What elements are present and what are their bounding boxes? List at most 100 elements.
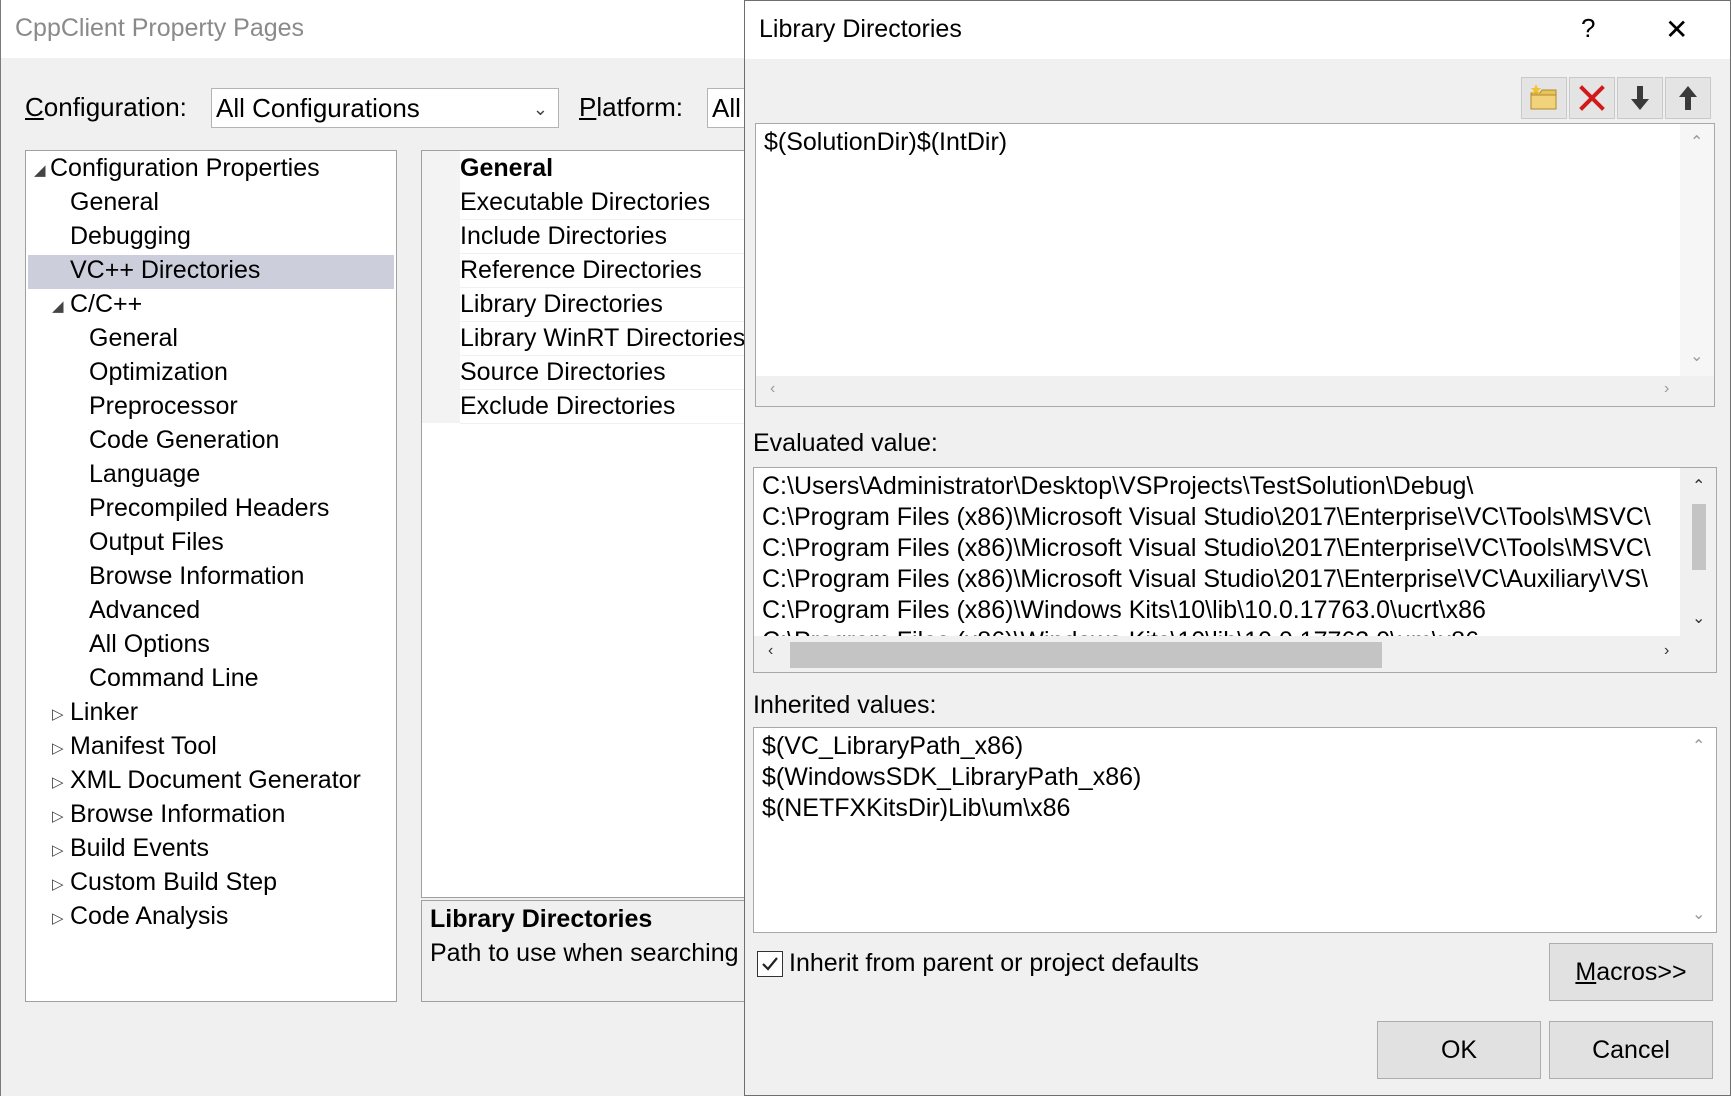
tree-item-code-analysis[interactable]: Code Analysis <box>70 899 228 933</box>
close-button[interactable]: ✕ <box>1665 13 1688 46</box>
scroll-left-icon[interactable]: ‹ <box>768 642 773 660</box>
evaluated-line: C:\Users\Administrator\Desktop\VSProject… <box>762 472 1474 500</box>
inherited-values-list[interactable]: $(VC_LibraryPath_x86) $(WindowsSDK_Libra… <box>753 727 1717 933</box>
dialog-titlebar: Library Directories ? ✕ <box>745 1 1730 59</box>
grid-row-source-directories[interactable]: Source Directories <box>460 355 745 390</box>
edit-vertical-scrollbar[interactable]: ⌃ ⌄ <box>1680 124 1714 376</box>
tree-item-preprocessor[interactable]: Preprocessor <box>89 389 238 423</box>
inherit-checkbox[interactable] <box>757 951 783 977</box>
tree-item-code-generation[interactable]: Code Generation <box>89 423 279 457</box>
evaluated-line: C:\Program Files (x86)\Microsoft Visual … <box>762 503 1651 531</box>
scroll-right-icon[interactable]: › <box>1664 642 1669 660</box>
move-down-button[interactable] <box>1617 77 1663 119</box>
grid-row-library-winrt-directories[interactable]: Library WinRT Directories <box>460 321 745 356</box>
configuration-label-accel: C <box>25 92 44 122</box>
edit-line[interactable]: $(SolutionDir)$(IntDir) <box>764 128 1007 157</box>
inherited-vertical-scrollbar[interactable]: ⌃ ⌄ <box>1682 728 1716 932</box>
tree-item-advanced[interactable]: Advanced <box>89 593 200 627</box>
scroll-up-icon[interactable]: ⌃ <box>1692 736 1705 756</box>
scroll-thumb[interactable] <box>790 642 1382 668</box>
evaluated-lines-viewport: C:\Users\Administrator\Desktop\VSProject… <box>754 468 1680 636</box>
platform-label-accel: P <box>579 92 597 122</box>
tree-item-general[interactable]: General <box>70 185 159 219</box>
scroll-down-icon[interactable]: ⌄ <box>1690 346 1703 366</box>
directory-edit-list[interactable]: $(SolutionDir)$(IntDir) ⌃ ⌄ ‹ › <box>755 123 1715 407</box>
description-text: Path to use when searching <box>430 939 739 967</box>
scroll-thumb[interactable] <box>1692 504 1706 570</box>
macros-button[interactable]: Macros>> <box>1549 943 1713 1001</box>
tree-item-manifest-tool[interactable]: Manifest Tool <box>70 729 217 763</box>
property-description-panel: Library Directories Path to use when sea… <box>421 900 745 1002</box>
collapsed-triangle-icon[interactable]: ▷ <box>52 841 64 859</box>
scroll-down-icon[interactable]: ⌄ <box>1692 904 1705 924</box>
evaluated-vertical-scrollbar[interactable]: ⌃ ⌄ <box>1680 468 1716 636</box>
tree-item-optimization[interactable]: Optimization <box>89 355 228 389</box>
property-grid[interactable]: ⌄ General Executable Directories Include… <box>421 150 745 898</box>
edit-horizontal-scrollbar[interactable]: ‹ › <box>756 376 1714 406</box>
configuration-label: Configuration: <box>25 92 187 123</box>
tree-item-build-events[interactable]: Build Events <box>70 831 209 865</box>
inherit-checkbox-label[interactable]: Inherit from parent or project defaults <box>789 949 1199 978</box>
tree-item-configuration-properties[interactable]: Configuration Properties <box>50 151 320 185</box>
cancel-button[interactable]: Cancel <box>1549 1021 1713 1079</box>
expanded-triangle-icon[interactable]: ◢ <box>52 297 64 315</box>
tree-item-browse-information-group[interactable]: Browse Information <box>70 797 285 831</box>
grid-row-reference-directories[interactable]: Reference Directories <box>460 253 745 288</box>
tree-item-cpp[interactable]: C/C++ <box>70 287 142 321</box>
scroll-down-icon[interactable]: ⌄ <box>1692 608 1705 628</box>
collapsed-triangle-icon[interactable]: ▷ <box>52 739 64 757</box>
ok-button[interactable]: OK <box>1377 1021 1541 1079</box>
macros-button-label: acros>> <box>1596 957 1687 986</box>
tree-item-cpp-general[interactable]: General <box>89 321 178 355</box>
tree-item-xml-document-generator[interactable]: XML Document Generator <box>70 763 361 797</box>
tree-item-vc-directories[interactable]: VC++ Directories <box>70 253 260 287</box>
collapsed-triangle-icon[interactable]: ▷ <box>52 773 64 791</box>
configuration-label-text: onfiguration: <box>43 92 187 122</box>
new-folder-icon <box>1530 84 1557 110</box>
inherited-line: $(VC_LibraryPath_x86) <box>762 732 1024 760</box>
scroll-right-icon[interactable]: › <box>1664 380 1669 398</box>
evaluated-line: C:\Program Files (x86)\Microsoft Visual … <box>762 534 1651 562</box>
scroll-up-icon[interactable]: ⌃ <box>1690 132 1703 152</box>
collapsed-triangle-icon[interactable]: ▷ <box>52 705 64 723</box>
property-pages-title: CppClient Property Pages <box>15 14 305 42</box>
evaluated-value-label: Evaluated value: <box>753 429 938 457</box>
grid-row-executable-directories[interactable]: Executable Directories <box>460 185 745 220</box>
grid-row-library-directories[interactable]: Library Directories <box>460 287 745 322</box>
tree-item-all-options[interactable]: All Options <box>89 627 210 661</box>
evaluated-line: C:\Program Files (x86)\Windows Kits\10\l… <box>762 596 1486 624</box>
evaluated-line: C:\Program Files (x86)\Microsoft Visual … <box>762 565 1648 593</box>
collapsed-triangle-icon[interactable]: ▷ <box>52 909 64 927</box>
grid-row-include-directories[interactable]: Include Directories <box>460 219 745 254</box>
configuration-value: All Configurations <box>216 93 420 123</box>
property-pages-titlebar: CppClient Property Pages <box>1 0 745 58</box>
collapsed-triangle-icon[interactable]: ▷ <box>52 807 64 825</box>
tree-item-browse-information[interactable]: Browse Information <box>89 559 304 593</box>
scroll-left-icon[interactable]: ‹ <box>770 380 775 398</box>
property-tree[interactable]: ◢ Configuration Properties General Debug… <box>25 150 397 1002</box>
grid-category-general[interactable]: General <box>460 151 745 185</box>
tree-item-linker[interactable]: Linker <box>70 695 138 729</box>
tree-item-command-line[interactable]: Command Line <box>89 661 259 695</box>
tree-item-output-files[interactable]: Output Files <box>89 525 224 559</box>
delete-line-button[interactable] <box>1569 77 1615 119</box>
tree-item-custom-build-step[interactable]: Custom Build Step <box>70 865 277 899</box>
arrow-down-icon <box>1631 86 1649 110</box>
tree-item-precompiled-headers[interactable]: Precompiled Headers <box>89 491 329 525</box>
tree-item-language[interactable]: Language <box>89 457 200 491</box>
scroll-up-icon[interactable]: ⌃ <box>1692 476 1705 496</box>
inherited-values-label: Inherited values: <box>753 691 937 719</box>
evaluated-horizontal-scrollbar[interactable]: ‹ › <box>754 636 1716 672</box>
delete-icon <box>1579 85 1605 111</box>
move-up-button[interactable] <box>1665 77 1711 119</box>
grid-row-exclude-directories[interactable]: Exclude Directories <box>460 389 745 424</box>
configuration-combobox[interactable]: All Configurations ⌄ <box>211 88 559 128</box>
expanded-triangle-icon[interactable]: ◢ <box>34 161 46 179</box>
property-pages-window: CppClient Property Pages Configuration: … <box>0 0 767 1096</box>
evaluated-value-list[interactable]: C:\Users\Administrator\Desktop\VSProject… <box>753 467 1717 673</box>
help-button[interactable]: ? <box>1581 13 1595 44</box>
collapsed-triangle-icon[interactable]: ▷ <box>52 875 64 893</box>
new-line-button[interactable] <box>1521 77 1567 119</box>
tree-item-debugging[interactable]: Debugging <box>70 219 191 253</box>
checkmark-icon <box>762 957 778 971</box>
